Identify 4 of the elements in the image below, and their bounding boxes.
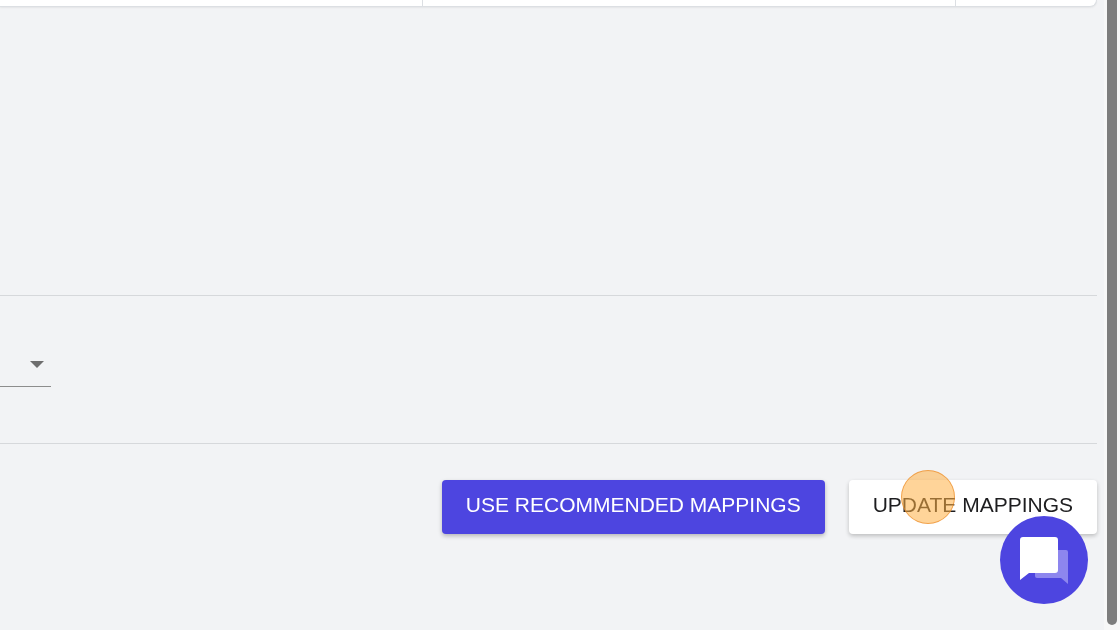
- recommended-mappings-button[interactable]: USE RECOMMENDED MAPPINGS: [441, 480, 825, 534]
- caret-icon: [30, 361, 44, 368]
- chat-bubbles-icon: [1020, 536, 1068, 584]
- scrollbar-thumb[interactable]: [1107, 0, 1117, 625]
